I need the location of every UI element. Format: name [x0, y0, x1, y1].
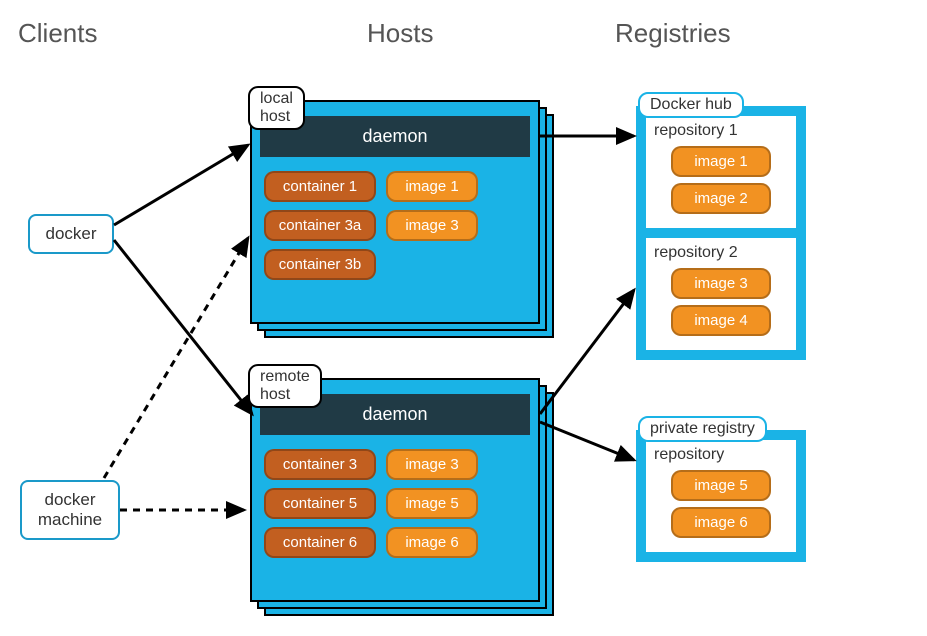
container-pill: container 3 [264, 449, 376, 480]
heading-clients: Clients [18, 18, 97, 49]
remote-host-panel: daemon container 3 image 3 container 5 i… [250, 378, 540, 602]
local-host-panel: daemon container 1 image 1 container 3a … [250, 100, 540, 324]
image-pill: image 1 [386, 171, 478, 202]
remote-host-label: remote host [248, 364, 322, 408]
container-pill: container 5 [264, 488, 376, 519]
image-pill: image 5 [671, 470, 771, 501]
image-pill: image 6 [386, 527, 478, 558]
image-pill: image 5 [386, 488, 478, 519]
docker-hub-label: Docker hub [638, 92, 744, 118]
image-pill: image 1 [671, 146, 771, 177]
local-host-label: local host [248, 86, 305, 130]
image-pill: image 6 [671, 507, 771, 538]
container-pill: container 1 [264, 171, 376, 202]
client-docker: docker [28, 214, 114, 254]
private-registry: repository image 5 image 6 [636, 430, 806, 562]
repo-title: repository 2 [654, 244, 788, 262]
heading-registries: Registries [615, 18, 731, 49]
repository-2: repository 2 image 3 image 4 [644, 236, 798, 352]
container-pill: container 6 [264, 527, 376, 558]
private-registry-label: private registry [638, 416, 767, 442]
repository-private: repository image 5 image 6 [644, 438, 798, 554]
container-pill: container 3b [264, 249, 376, 280]
image-pill: image 3 [671, 268, 771, 299]
image-pill: image 2 [671, 183, 771, 214]
repository-1: repository 1 image 1 image 2 [644, 114, 798, 230]
heading-hosts: Hosts [367, 18, 433, 49]
image-pill: image 4 [671, 305, 771, 336]
repo-title: repository 1 [654, 122, 788, 140]
repo-title: repository [654, 446, 788, 464]
image-pill: image 3 [386, 449, 478, 480]
client-docker-machine: docker machine [20, 480, 120, 540]
image-pill: image 3 [386, 210, 478, 241]
docker-hub: repository 1 image 1 image 2 repository … [636, 106, 806, 360]
container-pill: container 3a [264, 210, 376, 241]
